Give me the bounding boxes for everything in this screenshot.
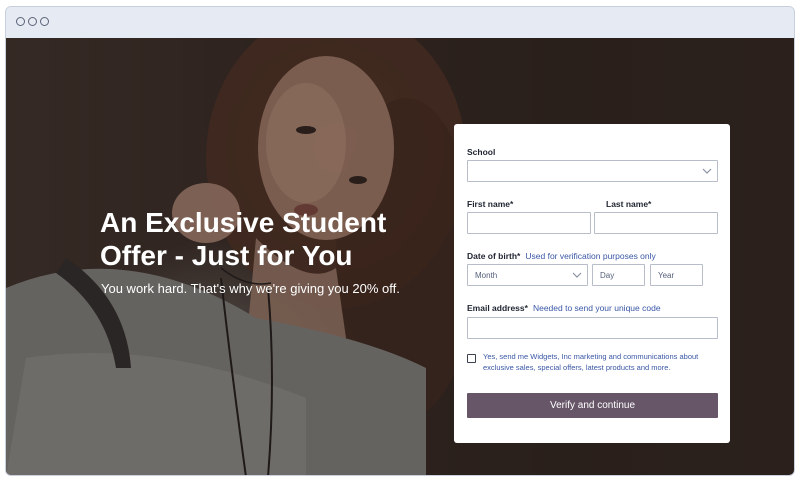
window-dot-icon[interactable] bbox=[40, 17, 49, 26]
first-name-field[interactable] bbox=[467, 212, 591, 234]
dob-year-input[interactable] bbox=[651, 265, 702, 286]
email-input[interactable] bbox=[468, 318, 717, 339]
chevron-down-icon bbox=[702, 168, 712, 174]
dob-month-input[interactable] bbox=[468, 265, 587, 286]
email-field[interactable] bbox=[467, 317, 718, 339]
verification-form: School First name* Last name* Date of bi… bbox=[454, 124, 730, 443]
verify-continue-button[interactable]: Verify and continue bbox=[467, 393, 718, 418]
dob-year-field[interactable] bbox=[650, 264, 703, 286]
school-label: School bbox=[467, 147, 496, 157]
first-name-label: First name* bbox=[467, 199, 514, 209]
school-select[interactable] bbox=[467, 160, 718, 182]
email-hint: Needed to send your unique code bbox=[532, 303, 661, 313]
dob-day-field[interactable] bbox=[592, 264, 645, 286]
window-dot-icon[interactable] bbox=[28, 17, 37, 26]
email-label-text: Email address* bbox=[467, 303, 528, 313]
checkbox-icon[interactable] bbox=[467, 354, 476, 363]
consent-text: Yes, send me Widgets, Inc marketing and … bbox=[483, 352, 699, 372]
dob-day-input[interactable] bbox=[593, 265, 644, 286]
dob-label: Date of birth* Used for verification purp… bbox=[467, 251, 656, 261]
dob-label-text: Date of birth* bbox=[467, 251, 521, 261]
chevron-down-icon bbox=[572, 272, 582, 278]
dob-month-select[interactable] bbox=[467, 264, 588, 286]
first-name-input[interactable] bbox=[468, 213, 590, 234]
window-titlebar bbox=[6, 7, 794, 39]
browser-window: An Exclusive Student Offer - Just for Yo… bbox=[5, 6, 795, 476]
hero-section: An Exclusive Student Offer - Just for Yo… bbox=[6, 38, 794, 475]
school-input[interactable] bbox=[468, 161, 717, 182]
last-name-field[interactable] bbox=[594, 212, 718, 234]
email-label: Email address* Needed to send your unique… bbox=[467, 303, 661, 313]
last-name-input[interactable] bbox=[595, 213, 717, 234]
dob-hint: Used for verification purposes only bbox=[525, 251, 656, 261]
window-dot-icon[interactable] bbox=[16, 17, 25, 26]
last-name-label: Last name* bbox=[606, 199, 652, 209]
hero-subline: You work hard. That's why we're giving y… bbox=[101, 281, 400, 296]
hero-headline: An Exclusive Student Offer - Just for Yo… bbox=[100, 207, 387, 271]
